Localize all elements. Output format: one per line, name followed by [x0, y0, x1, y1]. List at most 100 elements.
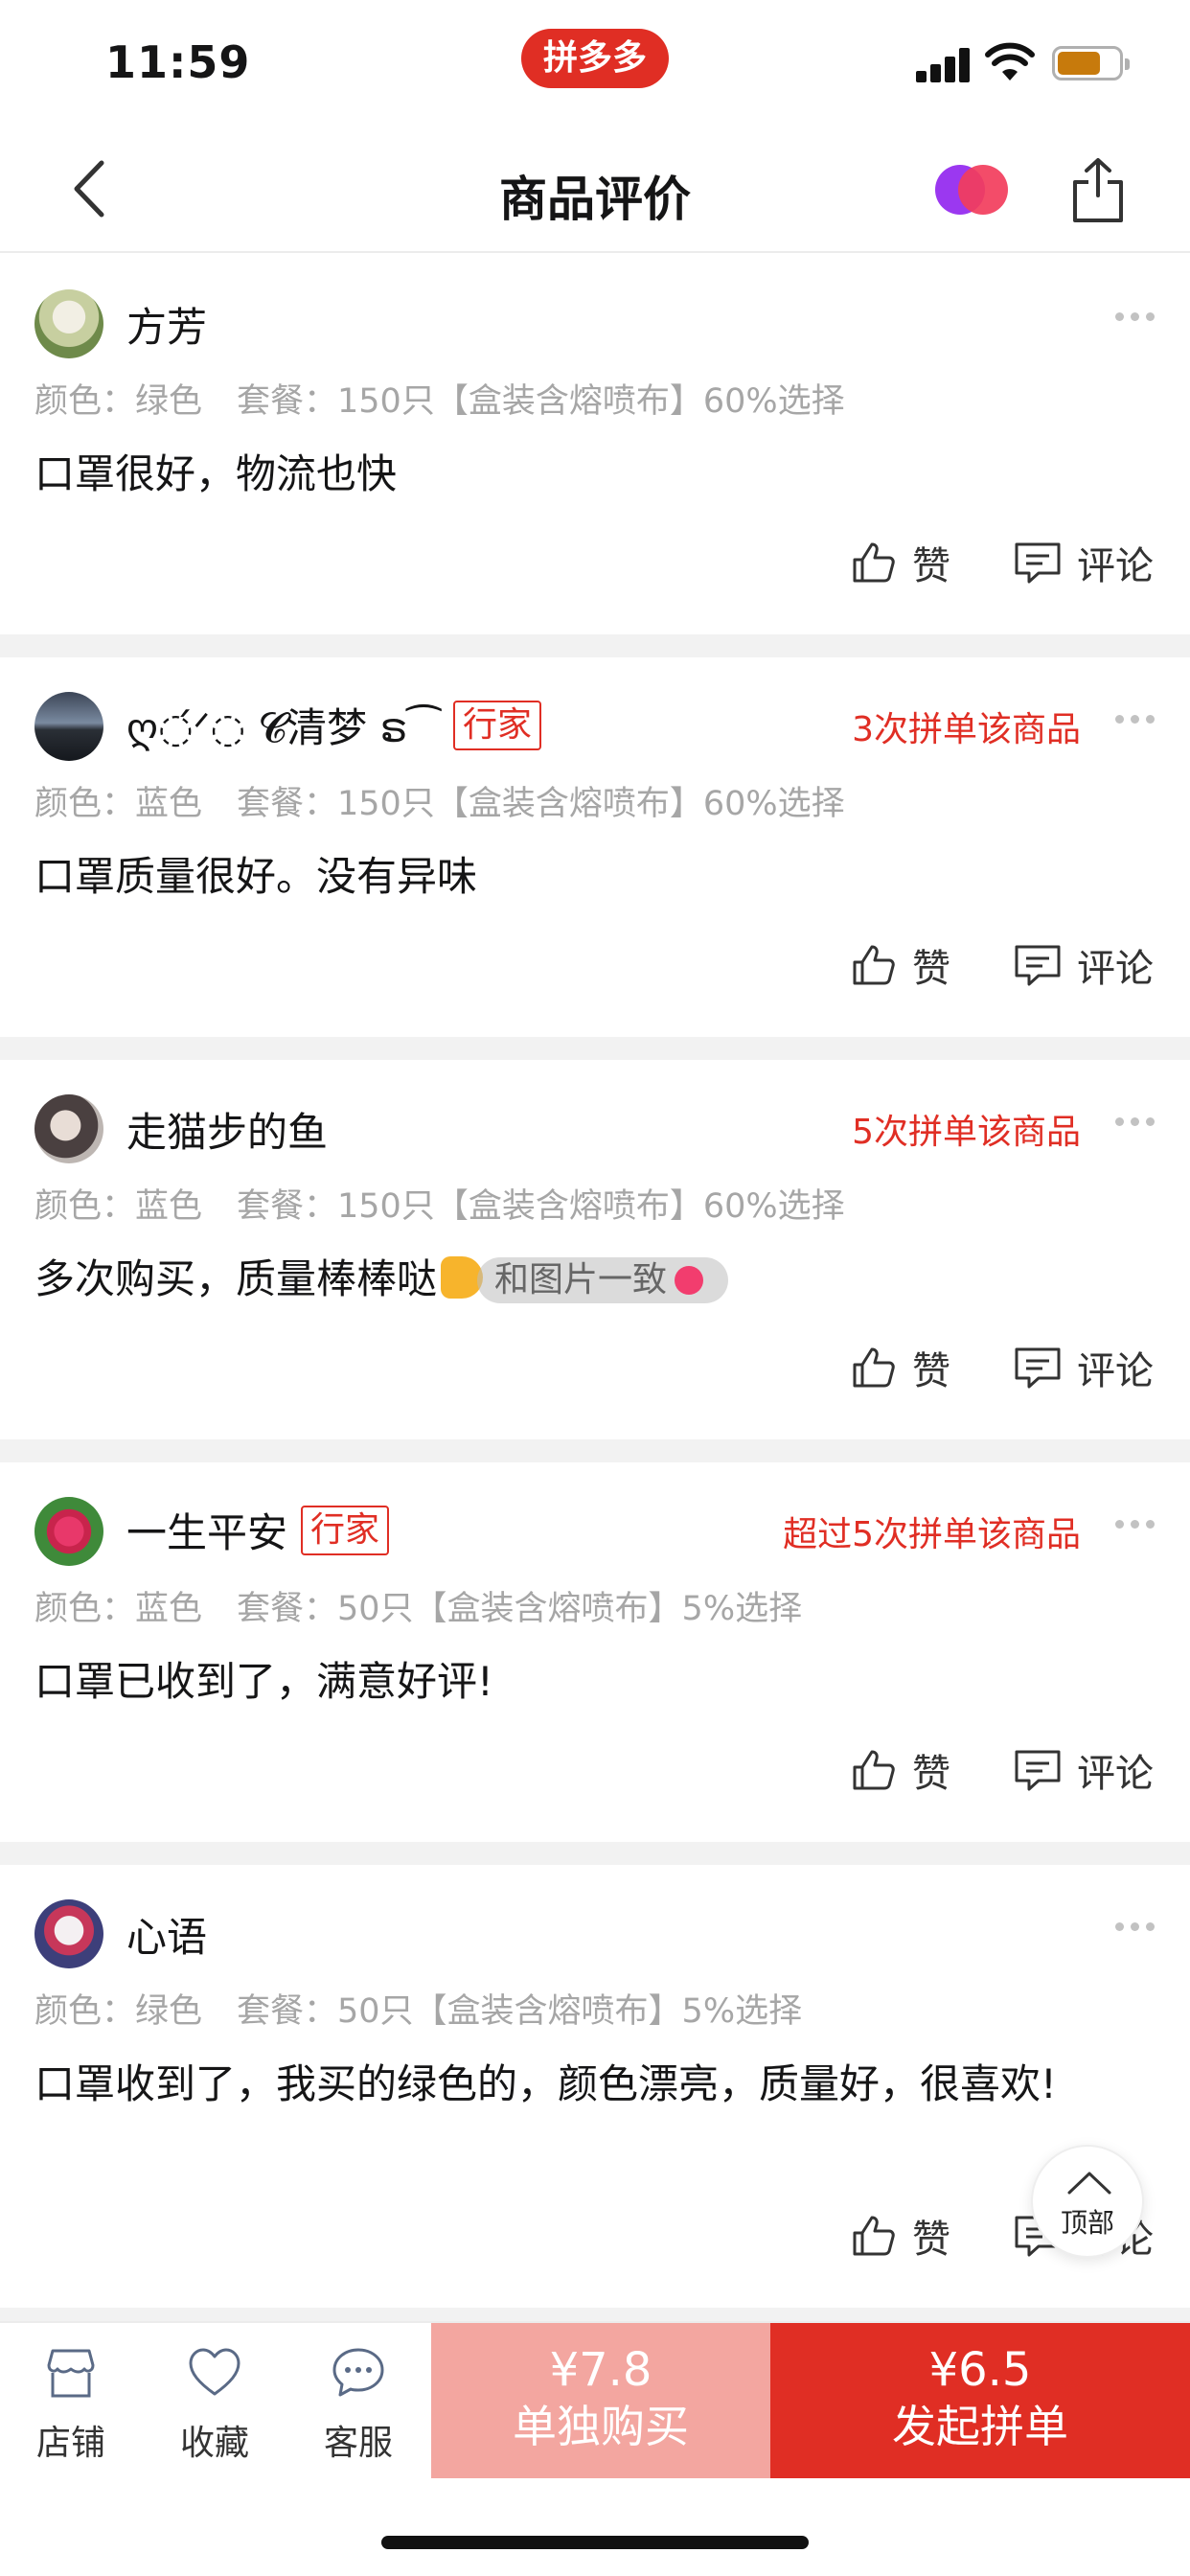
spec-line: 颜色：绿色 套餐：150只【盒装含熔喷布】60%选择 [34, 374, 845, 423]
user-row: ღ◌́ᐟ◌ 𝓒清梦 ຣ⁀ 行家 [126, 696, 542, 754]
image-chip-label: 和图片一致 [494, 1260, 668, 1300]
single-label: 单独购买 [513, 2401, 689, 2452]
like-button[interactable]: 赞 [851, 535, 950, 590]
username[interactable]: 方芳 [126, 295, 207, 354]
username[interactable]: ღ◌́ᐟ◌ 𝓒清梦 ຣ⁀ [126, 696, 440, 754]
signal-icon [916, 48, 972, 82]
comment-button[interactable]: 评论 [1014, 1742, 1154, 1798]
like-label: 赞 [912, 544, 950, 588]
user-row: 一生平安 行家 [126, 1501, 390, 1559]
chat-icon [332, 2348, 384, 2397]
spec-color: 颜色：绿色 [34, 1992, 203, 2031]
avatar[interactable] [34, 692, 103, 761]
spec-color: 颜色：蓝色 [34, 1590, 203, 1628]
review-comment: 口罩质量很好。没有异味 [34, 853, 478, 900]
avatar[interactable] [34, 1899, 103, 1968]
comment-text: 多次购买，质量棒棒哒 [34, 1255, 438, 1302]
service-button[interactable]: 客服 [301, 2346, 416, 2465]
review-actions: 赞 评论 [851, 937, 1154, 993]
status-time: 11:59 [105, 36, 251, 88]
review-item: ღ◌́ᐟ◌ 𝓒清梦 ຣ⁀ 行家 3次拼单该商品 颜色：蓝色 套餐：150只【盒装含… [0, 657, 1190, 1060]
comment-label: 评论 [1077, 1349, 1154, 1393]
buy-count: 超过5次拼单该商品 [783, 1515, 1081, 1554]
avatar[interactable] [34, 289, 103, 358]
avatar[interactable] [34, 1094, 103, 1163]
spec-color: 颜色：蓝色 [34, 1187, 203, 1226]
like-button[interactable]: 赞 [851, 1742, 950, 1798]
buy-count: 3次拼单该商品 [852, 710, 1081, 749]
comment-button[interactable]: 评论 [1014, 937, 1154, 993]
comment-icon [1015, 1750, 1061, 1791]
comment-icon [1015, 1347, 1061, 1389]
comment-label: 评论 [1077, 1752, 1154, 1796]
buy-single-button[interactable]: ¥7.8 单独购买 [431, 2323, 770, 2478]
comment-button[interactable]: 评论 [1014, 535, 1154, 590]
top-arrow-icon [1067, 2172, 1111, 2195]
expert-tag: 行家 [453, 700, 542, 750]
shop-label: 店铺 [35, 2424, 105, 2463]
comment-label: 评论 [1077, 947, 1154, 991]
review-item: 一生平安 行家 超过5次拼单该商品 颜色：蓝色 套餐：50只【盒装含熔喷布】5%选… [0, 1462, 1190, 1865]
more-icon[interactable] [1115, 310, 1156, 322]
thumb-up-icon [853, 2216, 895, 2256]
review-comment: 口罩已收到了，满意好评! [34, 1658, 493, 1705]
group-buy-button[interactable]: ¥6.5 发起拼单 [770, 2323, 1190, 2478]
spec-package: 套餐：150只【盒装含熔喷布】60%选择 [237, 1187, 845, 1226]
review-comment: 多次购买，质量棒棒哒 和图片一致 [34, 1248, 1142, 1311]
spec-package: 套餐：150只【盒装含熔喷布】60%选择 [237, 382, 845, 421]
like-label: 赞 [912, 1752, 950, 1796]
like-button[interactable]: 赞 [851, 937, 950, 993]
spec-package: 套餐：50只【盒装含熔喷布】5%选择 [237, 1992, 803, 2031]
eye-icon [675, 1266, 704, 1295]
comment-label: 评论 [1077, 544, 1154, 588]
more-icon[interactable] [1115, 1518, 1156, 1530]
review-actions: 赞 评论 [851, 535, 1154, 590]
comment-icon [1015, 945, 1061, 986]
image-match-chip[interactable]: 和图片一致 [477, 1257, 729, 1303]
home-indicator [381, 2536, 809, 2549]
spec-package: 套餐：150只【盒装含熔喷布】60%选择 [237, 785, 845, 823]
review-actions: 赞 评论 [851, 1742, 1154, 1798]
avatar[interactable] [34, 1497, 103, 1566]
more-icon[interactable] [1115, 1116, 1156, 1127]
review-comment: 口罩收到了，我买的绿色的，颜色漂亮，质量好，很喜欢! [34, 2060, 1057, 2107]
review-item: 心语 颜色：绿色 套餐：50只【盒装含熔喷布】5%选择 口罩收到了，我买的绿色的，… [0, 1865, 1190, 2331]
share-icon[interactable] [1067, 155, 1129, 224]
group-price: ¥6.5 [928, 2343, 1032, 2397]
username[interactable]: 一生平安 [126, 1501, 287, 1559]
review-actions: 赞 评论 [851, 1340, 1154, 1395]
back-to-top-label: 顶部 [1060, 2207, 1114, 2239]
heart-icon [189, 2348, 240, 2396]
brand-dots-icon[interactable] [935, 165, 1008, 218]
review-item: 方芳 颜色：绿色 套餐：150只【盒装含熔喷布】60%选择 口罩很好，物流也快 赞… [0, 255, 1190, 657]
spec-line: 颜色：蓝色 套餐：150只【盒装含熔喷布】60%选择 [34, 1179, 845, 1228]
like-button[interactable]: 赞 [851, 1340, 950, 1395]
back-to-top-button[interactable]: 顶部 [1031, 2145, 1144, 2258]
expert-tag: 行家 [301, 1505, 390, 1555]
like-label: 赞 [912, 947, 950, 991]
like-button[interactable]: 赞 [851, 2208, 950, 2264]
more-icon[interactable] [1115, 1920, 1156, 1932]
favorite-label: 收藏 [179, 2424, 249, 2463]
favorite-button[interactable]: 收藏 [157, 2346, 272, 2465]
more-icon[interactable] [1115, 713, 1156, 724]
like-label: 赞 [912, 2218, 950, 2262]
spec-color: 颜色：绿色 [34, 382, 203, 421]
app-badge: 拼多多 [521, 29, 669, 88]
spec-line: 颜色：蓝色 套餐：150只【盒装含熔喷布】60%选择 [34, 776, 845, 825]
shop-button[interactable]: 店铺 [13, 2346, 128, 2465]
thumb-up-icon [853, 1750, 895, 1790]
spec-package: 套餐：50只【盒装含熔喷布】5%选择 [237, 1590, 803, 1628]
status-bar: 11:59 拼多多 [0, 0, 1190, 126]
like-label: 赞 [912, 1349, 950, 1393]
thumb-up-icon [853, 1347, 895, 1388]
spec-color: 颜色：蓝色 [34, 785, 203, 823]
thumb-up-icon [853, 542, 895, 583]
page-title: 商品评价 [499, 172, 691, 227]
comment-button[interactable]: 评论 [1014, 1340, 1154, 1395]
username[interactable]: 心语 [126, 1905, 207, 1964]
review-list: 方芳 颜色：绿色 套餐：150只【盒装含熔喷布】60%选择 口罩很好，物流也快 赞… [0, 255, 1190, 2331]
review-comment: 口罩很好，物流也快 [34, 450, 398, 497]
bottom-bar: 店铺 收藏 客服 ¥7.8 单独购买 ¥6.5 发起拼单 [0, 2321, 1190, 2478]
username[interactable]: 走猫步的鱼 [126, 1100, 328, 1159]
